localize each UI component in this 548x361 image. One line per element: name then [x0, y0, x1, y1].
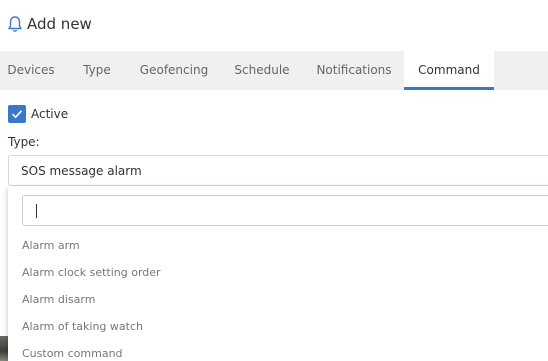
tab-bar: Devices Type Geofencing Schedule Notific… — [0, 51, 548, 90]
text-caret — [36, 204, 37, 218]
dropdown-option[interactable]: Alarm clock setting order — [8, 259, 548, 286]
type-label: Type: — [8, 135, 40, 149]
dialog-header: Add new — [0, 0, 548, 51]
type-dropdown: Alarm arm Alarm clock setting order Alar… — [8, 186, 548, 361]
dropdown-search-input[interactable] — [22, 195, 548, 226]
page-title: Add new — [27, 15, 92, 33]
tab-type[interactable]: Type — [69, 51, 125, 90]
type-select[interactable]: SOS message alarm — [8, 155, 548, 186]
type-select-value: SOS message alarm — [21, 164, 142, 178]
background-image-sliver — [0, 336, 8, 361]
dropdown-option[interactable]: Custom command — [8, 340, 548, 361]
active-checkbox[interactable] — [8, 105, 26, 123]
add-new-dialog: Add new Devices Type Geofencing Schedule… — [0, 0, 548, 361]
tab-schedule[interactable]: Schedule — [225, 51, 299, 90]
bell-icon — [8, 15, 22, 33]
tab-devices[interactable]: Devices — [0, 51, 62, 90]
dropdown-option[interactable]: Alarm of taking watch — [8, 313, 548, 340]
dropdown-option[interactable]: Alarm arm — [8, 232, 548, 259]
active-label: Active — [31, 107, 69, 121]
tab-command[interactable]: Command — [404, 51, 494, 90]
tab-geofencing[interactable]: Geofencing — [131, 51, 217, 90]
dropdown-option[interactable]: Alarm disarm — [8, 286, 548, 313]
checkmark-icon — [11, 110, 23, 119]
tab-notifications[interactable]: Notifications — [307, 51, 401, 90]
